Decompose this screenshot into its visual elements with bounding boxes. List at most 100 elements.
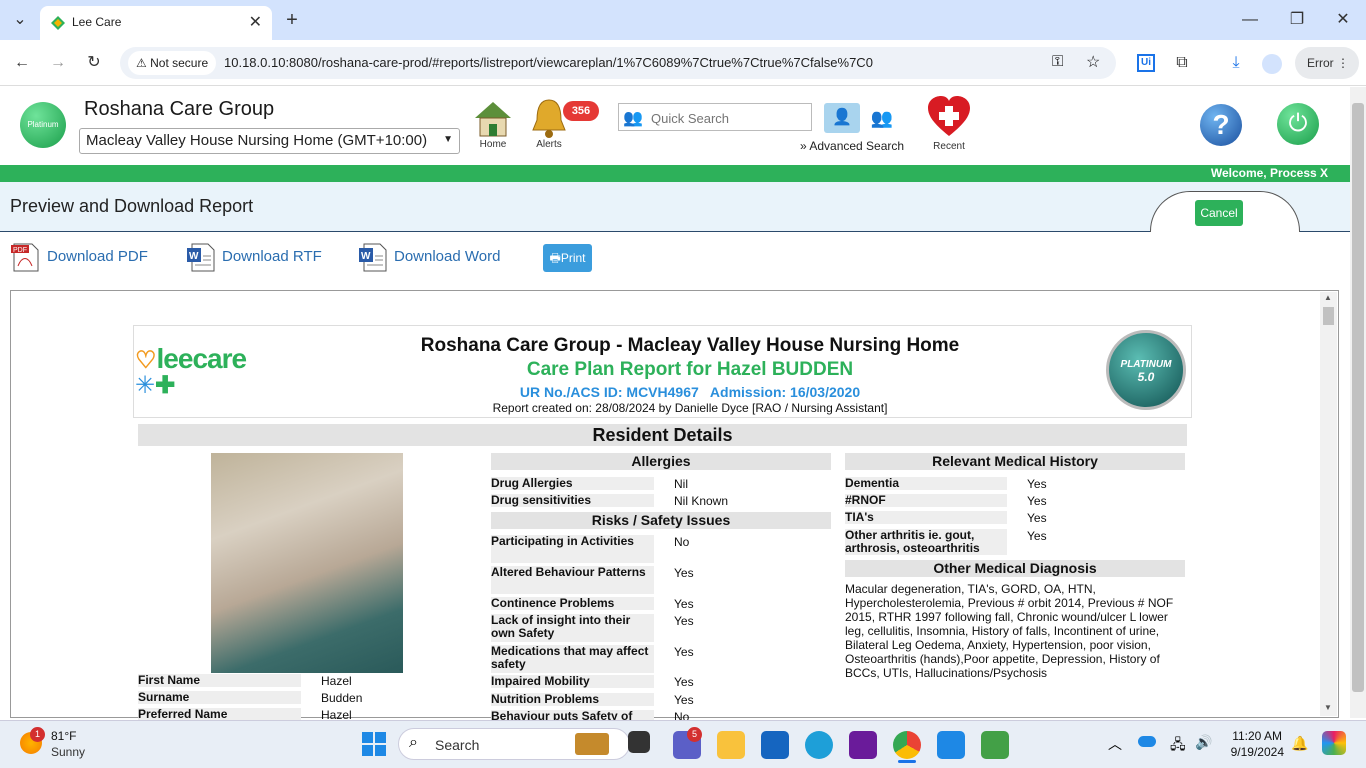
file-explorer-icon[interactable] bbox=[717, 731, 745, 759]
cancel-button[interactable]: Cancel bbox=[1195, 200, 1243, 226]
identity-label: First Name bbox=[138, 674, 301, 687]
history-label: #RNOF bbox=[845, 494, 1007, 507]
people-search-icon: 👥 bbox=[623, 110, 643, 127]
tab-close-icon[interactable]: ✕ bbox=[249, 12, 262, 32]
profile-error-button[interactable]: Error ⋮ bbox=[1295, 47, 1359, 79]
minimize-icon[interactable]: — bbox=[1236, 6, 1264, 34]
weather-temp: 81°F bbox=[51, 729, 77, 743]
diagnosis-text: Macular degeneration, TIA's, GORD, OA, H… bbox=[845, 582, 1174, 680]
taskbar-search[interactable]: ⌕ Search bbox=[398, 728, 630, 760]
report-scroll-thumb[interactable] bbox=[1323, 307, 1334, 325]
identity-label: Surname bbox=[138, 691, 301, 704]
org-title: Roshana Care Group bbox=[84, 98, 275, 120]
volume-icon[interactable]: 🔊 bbox=[1195, 734, 1212, 751]
diagnosis-heading: Other Medical Diagnosis bbox=[845, 560, 1185, 577]
active-app-indicator bbox=[898, 760, 916, 763]
word-file-icon: W bbox=[359, 243, 387, 272]
windows-start-icon[interactable] bbox=[362, 732, 386, 756]
resident-photo bbox=[211, 453, 403, 673]
extensions-puzzle-icon[interactable]: ⧉ bbox=[1168, 49, 1196, 77]
page-title: Preview and Download Report bbox=[10, 196, 254, 216]
risks-label: Nutrition Problems bbox=[491, 693, 654, 706]
recent-nav-button[interactable]: Recent bbox=[924, 94, 974, 152]
logout-power-icon[interactable]: ⏻ bbox=[1277, 103, 1319, 145]
home-icon bbox=[475, 102, 511, 137]
history-value: Yes bbox=[1027, 529, 1047, 543]
extension-ui-icon[interactable]: Ui bbox=[1137, 54, 1155, 72]
page-scroll-thumb[interactable] bbox=[1352, 103, 1364, 692]
badge-line2: 5.0 bbox=[1137, 370, 1155, 384]
notification-bell-icon[interactable]: 🔔 bbox=[1291, 735, 1308, 752]
badge-line1: PLATINUM bbox=[1120, 359, 1172, 370]
search-highlight-icon bbox=[575, 733, 609, 755]
new-tab-icon[interactable]: + bbox=[278, 6, 306, 34]
help-icon[interactable]: ? bbox=[1200, 104, 1242, 146]
taskbar-search-label: Search bbox=[435, 737, 480, 753]
weather-badge: 1 bbox=[30, 727, 45, 742]
onedrive-icon[interactable] bbox=[1138, 736, 1156, 747]
history-label: Dementia bbox=[845, 477, 1007, 490]
clock-time[interactable]: 11:20 AM bbox=[1228, 729, 1282, 743]
search-icon: ⌕ bbox=[409, 734, 418, 751]
history-label: TIA's bbox=[845, 511, 1007, 524]
risks-label: Participating in Activities bbox=[491, 535, 654, 563]
quick-search-box[interactable]: 👥 bbox=[618, 103, 812, 131]
home-label: Home bbox=[479, 139, 507, 150]
risks-label: Impaired Mobility bbox=[491, 675, 654, 688]
svg-text:W: W bbox=[189, 251, 199, 262]
download-pdf-label: Download PDF bbox=[47, 248, 148, 265]
advanced-search-link[interactable]: » Advanced Search bbox=[800, 139, 904, 153]
reload-icon[interactable]: ↻ bbox=[80, 49, 108, 77]
recent-label: Recent bbox=[933, 141, 965, 152]
group-search-icon[interactable]: 👥 bbox=[864, 103, 900, 133]
alerts-label: Alerts bbox=[536, 139, 562, 150]
edge-icon[interactable] bbox=[805, 731, 833, 759]
address-bar[interactable]: ⚠ Not secure 10.18.0.10:8080/roshana-car… bbox=[120, 47, 1116, 79]
printer-icon: 🖶 bbox=[549, 251, 561, 265]
platinum-logo[interactable]: Platinum bbox=[20, 102, 66, 148]
risks-value: Yes bbox=[674, 693, 694, 707]
bookmark-star-icon[interactable]: ☆ bbox=[1086, 52, 1100, 72]
download-word-label: Download Word bbox=[394, 248, 501, 265]
app-play-icon[interactable] bbox=[981, 731, 1009, 759]
browser-tab[interactable]: Lee Care ✕ bbox=[40, 6, 272, 40]
resident-search-icon[interactable]: 👤 bbox=[824, 103, 860, 133]
profile-avatar-icon[interactable] bbox=[1262, 54, 1282, 74]
key-icon[interactable]: ⚿ bbox=[1052, 53, 1063, 70]
print-button[interactable]: 🖶Print bbox=[543, 244, 592, 272]
facility-select[interactable]: Macleay Valley House Nursing Home (GMT+1… bbox=[79, 128, 460, 154]
tab-title: Lee Care bbox=[72, 15, 122, 29]
chrome-icon[interactable] bbox=[893, 731, 921, 759]
restore-icon[interactable]: ❐ bbox=[1283, 6, 1311, 34]
rtf-file-icon: W bbox=[187, 243, 215, 272]
back-icon[interactable]: ← bbox=[8, 49, 36, 77]
pdf-file-icon: PDF bbox=[11, 243, 39, 272]
scroll-up-arrow-icon[interactable]: ▲ bbox=[1324, 293, 1332, 302]
risks-value: Yes bbox=[674, 675, 694, 689]
app-hex-icon[interactable] bbox=[849, 731, 877, 759]
facility-value: Macleay Valley House Nursing Home (GMT+1… bbox=[86, 132, 428, 149]
copilot-icon[interactable] bbox=[1322, 731, 1346, 755]
allergies-label: Drug sensitivities bbox=[491, 494, 654, 507]
store-icon[interactable] bbox=[761, 731, 789, 759]
weather-desc: Sunny bbox=[51, 745, 86, 759]
tab-search-icon[interactable]: ⌄ bbox=[6, 6, 34, 34]
security-indicator[interactable]: ⚠ Not secure bbox=[128, 51, 217, 75]
network-icon[interactable]: 🖧 bbox=[1170, 734, 1186, 758]
clock-date[interactable]: 9/19/2024 bbox=[1226, 745, 1284, 759]
history-value: Yes bbox=[1027, 511, 1047, 525]
alerts-nav-button[interactable]: Alerts bbox=[528, 96, 570, 150]
app-s-icon[interactable] bbox=[937, 731, 965, 759]
quick-search-input[interactable] bbox=[651, 108, 807, 128]
alerts-count-badge: 356 bbox=[563, 101, 599, 121]
task-view-icon[interactable] bbox=[628, 731, 650, 753]
download-rtf-label: Download RTF bbox=[222, 248, 322, 265]
window-close-icon[interactable]: ✕ bbox=[1329, 6, 1357, 34]
tray-chevron-icon[interactable]: ︿ bbox=[1108, 734, 1122, 754]
scroll-down-arrow-icon[interactable]: ▼ bbox=[1324, 703, 1332, 712]
forward-icon[interactable]: → bbox=[44, 49, 72, 77]
url-text[interactable]: 10.18.0.10:8080/roshana-care-prod/#repor… bbox=[224, 55, 873, 70]
home-nav-button[interactable]: Home bbox=[470, 96, 516, 150]
dropdown-arrow-icon: ▼ bbox=[443, 134, 453, 145]
download-icon[interactable]: ⤓ bbox=[1222, 49, 1250, 77]
